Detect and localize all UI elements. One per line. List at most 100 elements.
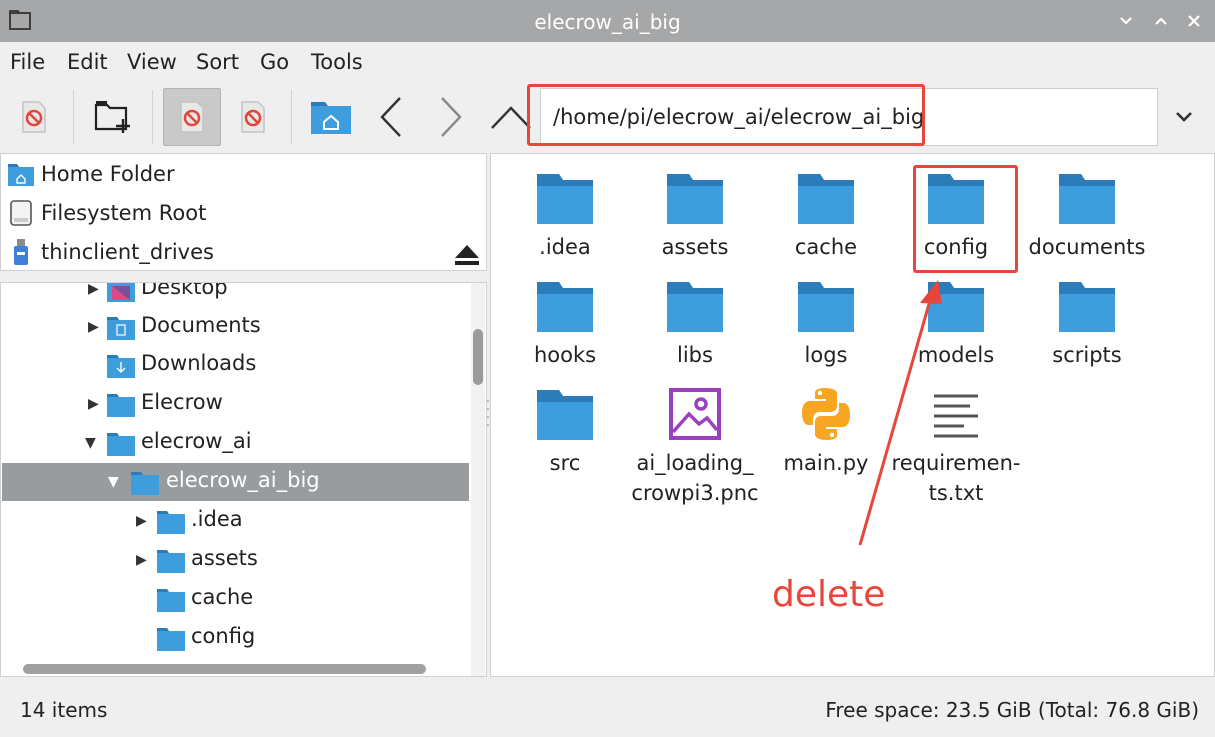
file-name: src (549, 451, 581, 475)
file-item-models[interactable]: models (890, 274, 1022, 370)
file-name: assets (661, 235, 729, 259)
tree-item-label: cache (191, 585, 254, 609)
chevron-down-icon (1176, 112, 1192, 122)
maximize-button[interactable] (1150, 9, 1172, 33)
file-name: logs (804, 343, 848, 367)
file-item-idea[interactable]: .idea (499, 166, 631, 262)
place-thinclient-drives[interactable]: thinclient_drives (7, 235, 483, 269)
expander-collapsed-icon[interactable]: ▶ (136, 512, 150, 530)
tree-horizontal-scrollbar[interactable] (23, 664, 426, 674)
chevron-down-icon (1120, 17, 1132, 25)
folder-icon (1059, 282, 1115, 332)
new-folder-button[interactable] (84, 88, 142, 146)
expander-collapsed-icon[interactable]: ▶ (88, 283, 102, 298)
file-item-hooks[interactable]: hooks (499, 274, 631, 370)
tree-item-elecrow-ai[interactable]: ▼ elecrow_ai (2, 424, 469, 462)
tree-item-label: config (191, 624, 256, 648)
folder-icon (131, 472, 159, 495)
tree-item-label: Desktop (141, 282, 228, 299)
forward-button[interactable] (422, 88, 480, 146)
tree-item-elecrow[interactable]: ▶ Elecrow (2, 385, 469, 423)
file-name: hooks (533, 343, 597, 367)
folder-icon (667, 282, 723, 332)
menu-tools[interactable]: Tools (311, 50, 363, 74)
expander-collapsed-icon[interactable]: ▶ (88, 395, 102, 413)
expander-expanded-icon[interactable]: ▼ (85, 434, 99, 452)
folder-icon (798, 174, 854, 224)
python-file-icon (802, 388, 850, 440)
expander-collapsed-icon[interactable]: ▶ (136, 551, 150, 569)
tree-item-downloads[interactable]: Downloads (2, 346, 469, 384)
new-tab-button[interactable] (5, 88, 63, 146)
file-name: main.py (783, 451, 869, 475)
folder-icon (1059, 174, 1115, 224)
status-bar: 14 items Free space: 23.5 GiB (Total: 76… (0, 678, 1215, 737)
file-item-ai-loading-png[interactable]: ai_loading_ crowpi3.pnc (629, 382, 761, 508)
home-button[interactable] (302, 88, 360, 146)
view-mode-button[interactable] (163, 88, 221, 146)
new-folder-icon (94, 101, 130, 133)
file-item-documents[interactable]: documents (1021, 166, 1153, 262)
view-mode-alt-button[interactable] (224, 88, 282, 146)
folder-icon (928, 282, 984, 332)
file-item-cache[interactable]: cache (760, 166, 892, 262)
folder-icon (157, 550, 185, 573)
folder-icon (107, 433, 135, 456)
back-button[interactable] (362, 88, 420, 146)
tree-vertical-scrollbar[interactable] (471, 283, 485, 676)
tree-item-label: assets (191, 546, 258, 570)
file-name: ai_loading_ crowpi3.pnc (631, 451, 759, 505)
usb-drive-icon (7, 238, 35, 266)
tree-item-idea[interactable]: ▶ .idea (2, 502, 469, 540)
chevron-up-icon (1155, 17, 1167, 25)
expander-collapsed-icon[interactable]: ▶ (88, 318, 102, 336)
file-name: requiremen- ts.txt (891, 451, 1021, 505)
chevron-right-icon (441, 97, 462, 137)
menu-go[interactable]: Go (260, 50, 289, 74)
tree-item-label: Downloads (141, 351, 257, 375)
place-label: Home Folder (41, 162, 175, 186)
window-title: elecrow_ai_big (534, 10, 681, 34)
file-item-logs[interactable]: logs (760, 274, 892, 370)
tree-item-config[interactable]: config (2, 619, 469, 657)
toolbar-separator (291, 90, 292, 144)
expander-expanded-icon[interactable]: ▼ (108, 473, 122, 491)
file-item-requirements-txt[interactable]: requiremen- ts.txt (890, 382, 1022, 508)
place-label: Filesystem Root (41, 201, 207, 225)
file-name: scripts (1052, 343, 1122, 367)
menu-view[interactable]: View (127, 50, 177, 74)
folder-icon (537, 282, 593, 332)
folder-icon (107, 394, 135, 417)
menu-edit[interactable]: Edit (67, 50, 108, 74)
file-item-main-py[interactable]: main.py (760, 382, 892, 478)
tree-item-documents[interactable]: ▶ Documents (2, 308, 469, 346)
tree-item-assets[interactable]: ▶ assets (2, 541, 469, 579)
minimize-button[interactable] (1115, 9, 1137, 33)
file-item-scripts[interactable]: scripts (1021, 274, 1153, 370)
file-item-libs[interactable]: libs (629, 274, 761, 370)
text-file-icon (934, 394, 978, 438)
menu-sort[interactable]: Sort (196, 50, 239, 74)
file-name: models (917, 343, 995, 367)
menu-bar: File Edit View Sort Go Tools (0, 42, 1215, 82)
home-folder-icon (7, 160, 35, 188)
file-name: cache (794, 235, 858, 259)
tree-item-desktop[interactable]: ▶ Desktop (2, 282, 469, 308)
folder-icon (667, 174, 723, 224)
eject-icon[interactable] (453, 243, 481, 267)
file-name: documents (1028, 235, 1146, 259)
place-home-folder[interactable]: Home Folder (7, 157, 483, 191)
close-icon (1188, 15, 1200, 27)
place-filesystem-root[interactable]: Filesystem Root (7, 196, 483, 230)
folder-icon (798, 282, 854, 332)
tree-item-elecrow-ai-big[interactable]: ▼ elecrow_ai_big (2, 463, 469, 501)
tree-item-cache[interactable]: cache (2, 580, 469, 618)
close-button[interactable] (1183, 9, 1205, 33)
folder-icon (537, 174, 593, 224)
path-history-dropdown[interactable] (1166, 98, 1202, 136)
menu-file[interactable]: File (10, 50, 45, 74)
file-item-assets[interactable]: assets (629, 166, 761, 262)
file-item-src[interactable]: src (499, 382, 631, 478)
scrollbar-thumb[interactable] (473, 329, 483, 385)
blocked-document-icon (180, 101, 204, 133)
